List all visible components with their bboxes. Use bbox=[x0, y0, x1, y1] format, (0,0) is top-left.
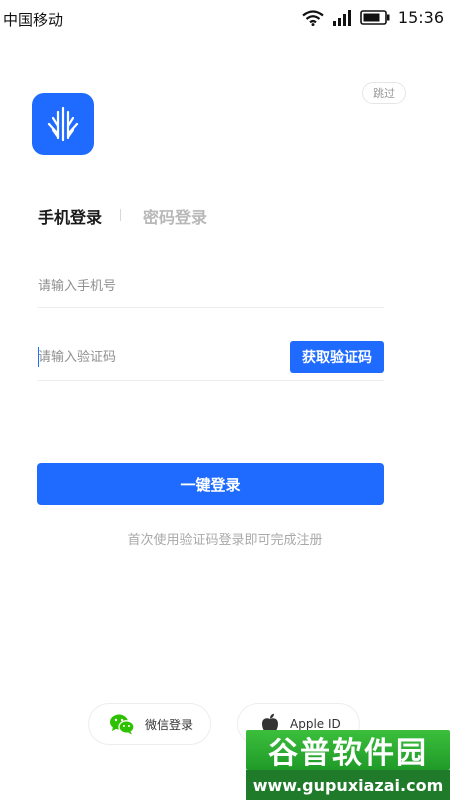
tab-divider bbox=[120, 209, 121, 221]
phone-field-row bbox=[38, 266, 384, 308]
verification-code-input[interactable] bbox=[38, 347, 268, 367]
tab-phone-login[interactable]: 手机登录 bbox=[38, 204, 102, 228]
signal-icon bbox=[332, 9, 351, 26]
watermark-title: 谷普软件园 bbox=[246, 730, 450, 771]
wifi-icon bbox=[302, 9, 324, 26]
battery-icon bbox=[360, 10, 390, 25]
one-click-login-button[interactable]: 一键登录 bbox=[37, 463, 384, 505]
get-code-button[interactable]: 获取验证码 bbox=[290, 341, 384, 373]
watermark-url: www.gupuxiazai.com bbox=[246, 770, 450, 800]
wechat-icon bbox=[110, 714, 135, 735]
status-time: 15:36 bbox=[397, 8, 444, 27]
register-hint: 首次使用验证码登录即可完成注册 bbox=[127, 533, 323, 548]
status-icons: 15:36 bbox=[302, 8, 444, 27]
app-logo-icon bbox=[47, 106, 79, 142]
skip-button[interactable]: 跳过 bbox=[362, 82, 406, 104]
wechat-login-label: 微信登录 bbox=[145, 717, 194, 732]
code-field-row: 获取验证码 bbox=[38, 340, 384, 381]
carrier-name: 中国移动 bbox=[3, 11, 64, 29]
wechat-login-button[interactable]: 微信登录 bbox=[88, 703, 211, 745]
tab-password-login[interactable]: 密码登录 bbox=[143, 204, 207, 228]
status-bar: 中国移动 15:36 bbox=[0, 0, 450, 38]
app-logo bbox=[32, 93, 94, 155]
phone-input[interactable] bbox=[38, 276, 338, 296]
watermark: 谷普软件园 www.gupuxiazai.com bbox=[246, 730, 450, 800]
